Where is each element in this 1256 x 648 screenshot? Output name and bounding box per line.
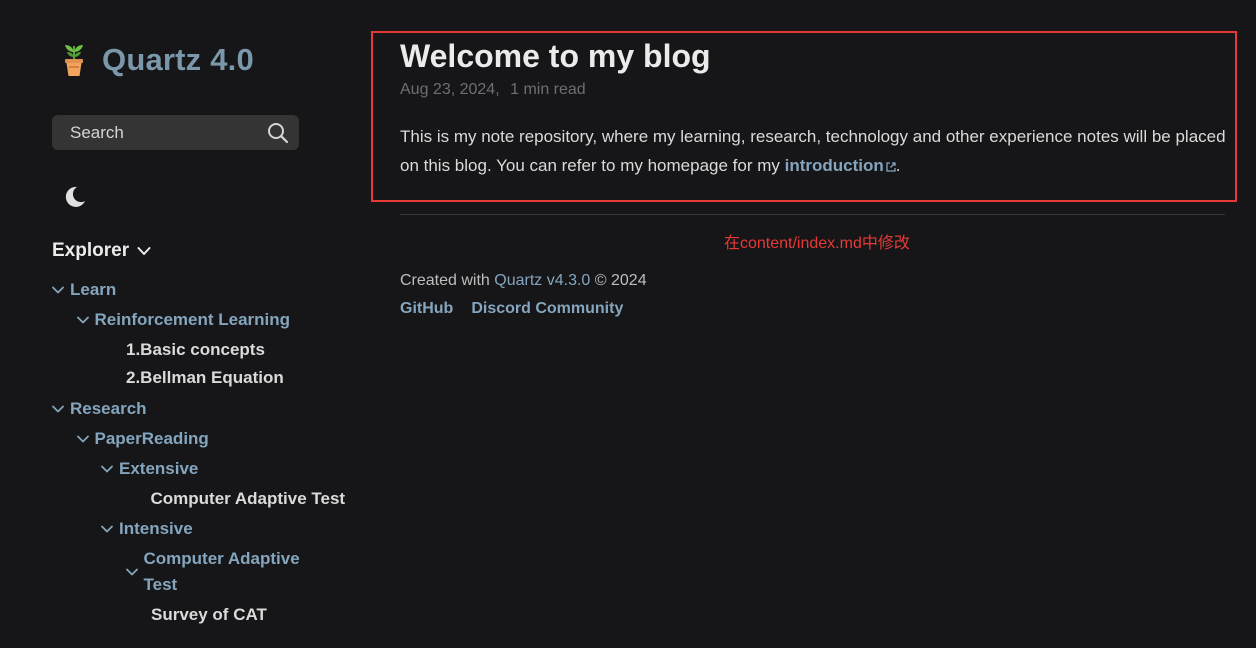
potted-plant-icon <box>65 45 83 76</box>
footer-credit: Created with Quartz v4.3.0 © 2024 <box>400 272 647 290</box>
explorer-item-label: Learn <box>70 280 117 299</box>
explorer-item-label: Computer Adaptive Test <box>143 549 300 594</box>
page: Quartz 4.0 Search Explorer Learn Reinforc… <box>0 0 1256 648</box>
content-divider <box>400 214 1225 215</box>
explorer-item-label: 1.Basic concepts <box>126 340 265 359</box>
explorer-item-label: Research <box>70 399 147 418</box>
article-meta: Aug 23, 2024, 1 min read <box>400 81 586 99</box>
explorer-folder[interactable]: Extensive <box>101 456 198 482</box>
left-sidebar: Quartz 4.0 Search Explorer Learn Reinforc… <box>52 0 345 648</box>
article-body: This is my note repository, where my lea… <box>400 122 1228 180</box>
external-link-icon <box>886 162 896 172</box>
explorer-folder[interactable]: Learn <box>52 277 116 303</box>
explorer-file[interactable]: Survey of CAT <box>151 602 267 628</box>
chevron-down-icon[interactable] <box>101 456 119 482</box>
chevron-down-icon <box>137 247 151 255</box>
explorer-title: Explorer <box>52 240 130 261</box>
article-date: Aug 23, 2024 <box>400 81 496 98</box>
explorer-item-label: Survey of CAT <box>151 605 267 624</box>
chevron-down-icon[interactable] <box>52 396 70 422</box>
discord-community-link[interactable]: Discord Community <box>471 300 623 318</box>
explorer-item-label: Computer Adaptive Test <box>150 489 346 508</box>
article-title: Welcome to my blog <box>400 38 711 74</box>
chevron-down-icon[interactable] <box>101 516 119 542</box>
footer-created-prefix: Created with <box>400 272 495 289</box>
chevron-down-icon[interactable] <box>52 277 70 303</box>
explorer-toggle[interactable]: Explorer <box>52 240 151 262</box>
explorer-item-label: PaperReading <box>94 429 209 448</box>
site-title[interactable]: Quartz 4.0 <box>102 42 254 78</box>
introduction-link[interactable]: introduction <box>785 156 896 175</box>
introduction-link-label[interactable]: introduction <box>785 156 884 175</box>
search-button[interactable]: Search <box>52 115 299 150</box>
chevron-down-icon[interactable] <box>76 307 95 333</box>
reading-time: 1 min read <box>510 81 586 98</box>
search-icon <box>268 122 289 143</box>
article-body-end: . <box>895 156 901 175</box>
chevron-down-icon[interactable] <box>125 546 144 598</box>
footer-links: GitHub Discord Community <box>400 300 623 318</box>
explorer-file[interactable]: 2.Bellman Equation <box>126 365 284 391</box>
explorer-folder[interactable]: Intensive <box>101 516 193 542</box>
footer-created-suffix: © 2024 <box>590 272 647 289</box>
explorer-file[interactable]: 1.Basic concepts <box>126 337 265 363</box>
quartz-link[interactable]: Quartz v4.3.0 <box>494 272 590 289</box>
explorer-folder[interactable]: Research <box>52 396 147 422</box>
explorer-folder[interactable]: Reinforcement Learning <box>76 307 291 333</box>
chevron-down-icon[interactable] <box>76 426 95 452</box>
explorer-folder[interactable]: PaperReading <box>76 426 209 452</box>
meta-separator: , <box>495 81 500 98</box>
explorer-item-label: Reinforcement Learning <box>94 310 291 329</box>
search-label: Search <box>70 122 124 142</box>
explorer-file[interactable]: Computer Adaptive Test <box>151 486 346 512</box>
explorer-item-label: Intensive <box>119 519 193 538</box>
explorer-item-label: Extensive <box>119 459 199 478</box>
site-brand[interactable]: Quartz 4.0 <box>60 42 254 78</box>
explorer-item-label: 2.Bellman Equation <box>126 368 284 387</box>
main-content: Welcome to my blog Aug 23, 2024, 1 min r… <box>400 0 1230 648</box>
annotation-note: 在content/index.md中修改 <box>724 235 910 252</box>
github-link[interactable]: GitHub <box>400 300 453 318</box>
explorer-folder[interactable]: Computer Adaptive Test <box>125 546 314 598</box>
moon-icon[interactable] <box>62 184 88 210</box>
